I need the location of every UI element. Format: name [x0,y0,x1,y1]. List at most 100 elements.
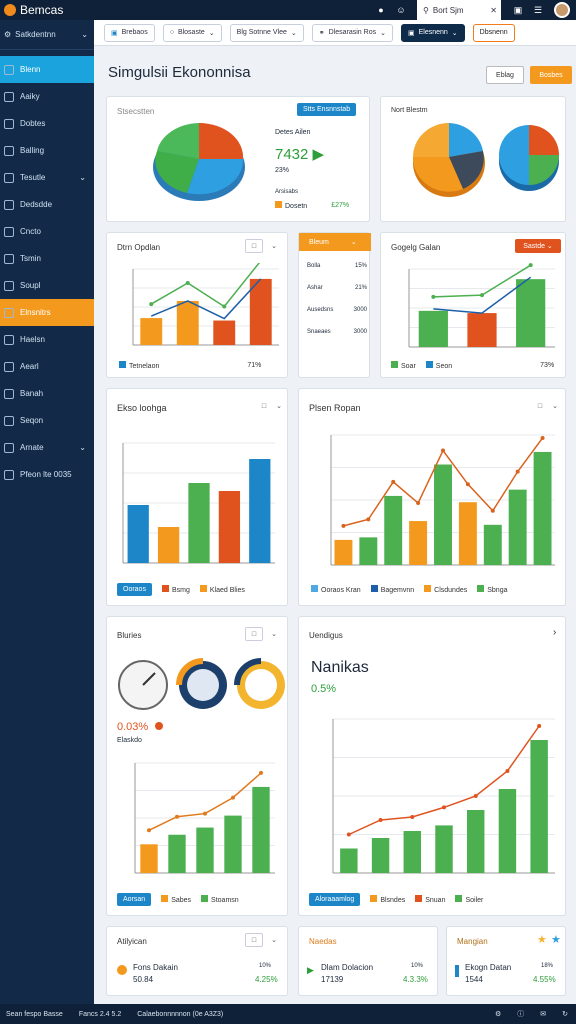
primary-button[interactable]: Bosbes [530,66,572,84]
stat-icon [117,965,127,975]
card-combo-1-control[interactable]: □ [245,239,263,253]
sidebar-item-14[interactable]: Arnate ⌄ [0,434,94,461]
user-icon[interactable]: ☺ [394,3,408,17]
app-title: Bemcas [20,3,64,17]
card-bottom-1-r2: 4.25% [255,975,278,984]
refresh-icon[interactable]: ↻ [562,1010,568,1018]
box-icon: ▣ [407,29,415,37]
bar [140,318,163,345]
bar [176,300,199,345]
legend-button[interactable]: Aloraaamlog [309,893,361,906]
chevron-right-icon[interactable]: › [553,627,556,638]
menu-icon[interactable]: ☰ [531,3,545,17]
sidebar-item-13[interactable]: Seqon [0,407,94,434]
sidebar-item-12[interactable]: Banah [0,380,94,407]
sidebar-item-1[interactable]: Aaiky [0,83,94,110]
legend-swatch [311,585,318,592]
card-bars-2-control[interactable]: □ [533,399,547,413]
chevron-down-icon: ⌄ [79,443,86,452]
line-point [149,302,154,307]
legend-item: Stoamsn [201,895,239,904]
bar [384,495,403,565]
legend-item: Bagemvnn [370,585,414,594]
legend-swatch [201,895,209,902]
star-icon[interactable]: ★ [551,933,561,946]
sidebar-item-9[interactable]: Elnsnitrs [0,299,94,326]
legend-button[interactable]: Ooraos [117,583,152,596]
chevron-down-icon[interactable]: ⌄ [267,239,281,253]
card-list-row[interactable]: Snaeaes 3000 [307,329,367,335]
card-bottom-2-r2: 4.3.3% [403,975,428,984]
chevron-down-icon[interactable]: ⌄ [273,399,285,413]
notification-icon[interactable]: ● [374,3,388,17]
sidebar-item-0[interactable]: Blenn [0,56,94,83]
bar [140,844,158,873]
toolbar-pill-2[interactable]: ○ Blosaste ⌄ [162,23,222,42]
sidebar-item-2[interactable]: Dobtes [0,110,94,137]
toolbar-pill-1[interactable]: ▣ Brebaos [104,23,155,42]
legend-item: Sabes [161,895,191,904]
star-icon[interactable]: ★ [537,933,547,946]
layout-icon[interactable]: ▣ [511,3,525,17]
chat-icon[interactable]: ✉ [540,1010,546,1018]
line-point [528,263,533,268]
card-list-row[interactable]: Bolla 15% [307,263,367,269]
card-overview-button[interactable]: Stts Ensnnstab [297,103,357,116]
card-list-row[interactable]: Ausedsns 3000 [307,307,367,313]
gear-icon[interactable]: ⚙ [495,1010,501,1018]
bar [435,825,453,873]
chevron-down-icon: ⌄ [81,30,88,39]
top-search[interactable]: ⚲ Bort Sjm ✕ [417,0,501,20]
sidebar-item-15[interactable]: Pfeon lte 0035 [0,461,94,488]
card-bottom-2-title: Naedas [309,937,337,946]
card-list-items: Bolla 15% Ashar 21% Ausedsns 3000 Snaeaes 3000 [307,263,367,351]
sidebar-item-7[interactable]: Tsmin [0,245,94,272]
line-point [465,482,470,487]
card-combo-1-title: Dtrn Opdlan [117,243,161,252]
legend-button[interactable]: Aorsan [117,893,152,906]
sidebar-item-label: Aaiky [20,92,40,101]
card-bottom-3-name: Ekogn Datan [465,963,512,972]
sidebar-item-6[interactable]: Cncto [0,218,94,245]
sidebar-item-11[interactable]: Aearl [0,353,94,380]
toolbar-pill-4[interactable]: ⚭ Dlesarasin Ros ⌄ [311,23,393,42]
sidebar-item-label: Arnate [20,443,44,452]
toolbar-pill-3[interactable]: Blg Sotnne Vlee ⌄ [229,23,304,42]
card-combo-2-button[interactable]: Sastde ⌄ [515,239,561,253]
card-bars-1-control[interactable]: □ [257,399,271,413]
card-bottom-1-name: Fons Dakain [133,963,178,972]
line-point [175,814,179,819]
sidebar-item-4[interactable]: Tesutle ⌄ [0,164,94,191]
sidebar-header[interactable]: ⚙ Satkdentnn ⌄ [0,20,94,50]
sidebar-item-8[interactable]: Soupl [0,272,94,299]
card-combo-2-button-label: Sastde [523,242,545,250]
card-gauges-control[interactable]: □ [245,627,263,641]
status-right: Calaebonnnnnon (0e A3Z3) [137,1010,224,1018]
card-list-header[interactable]: Bleum ⌄ [299,233,371,251]
avatar[interactable] [554,2,570,18]
card-list-row[interactable]: Ashar 21% [307,285,367,291]
brand[interactable]: Bemcas [0,3,63,17]
card-bottom-3: Mangian ★ ★ Ekogn Datan 1544 18% 4.55% [446,926,566,996]
close-icon[interactable]: ✕ [490,6,497,15]
toolbar-right-button[interactable]: Dbsnenn [472,23,515,42]
sidebar-item-10[interactable]: Haelsn [0,326,94,353]
sidebar-item-3[interactable]: Balling [0,137,94,164]
legend-item: Snuan [415,895,445,904]
card-list-row-label: Bolla [307,263,321,269]
secondary-button[interactable]: Eblag [486,66,524,84]
sidebar-item-5[interactable]: Dedsdde [0,191,94,218]
card-bottom-1-control[interactable]: □ [245,933,263,947]
sidebar-item-label: Soupl [20,281,41,290]
sidebar-item-label: Dedsdde [20,200,53,209]
card-overview: Stsecstten Stts Ensnnstab Detes Ailen 74… [106,96,370,222]
chevron-down-icon[interactable]: ⌄ [267,627,281,641]
toolbar-pill-5[interactable]: ▣ Elesnenn ⌄ [400,23,465,42]
chevron-down-icon[interactable]: ⌄ [267,933,281,947]
sidebar-item-icon [4,415,14,426]
chevron-down-icon[interactable]: ⌄ [549,399,561,413]
secondary-button-label: Eblag [496,71,514,79]
line-point [490,508,495,513]
sidebar-item-icon [4,64,14,75]
info-icon[interactable]: ⓘ [517,1009,524,1019]
